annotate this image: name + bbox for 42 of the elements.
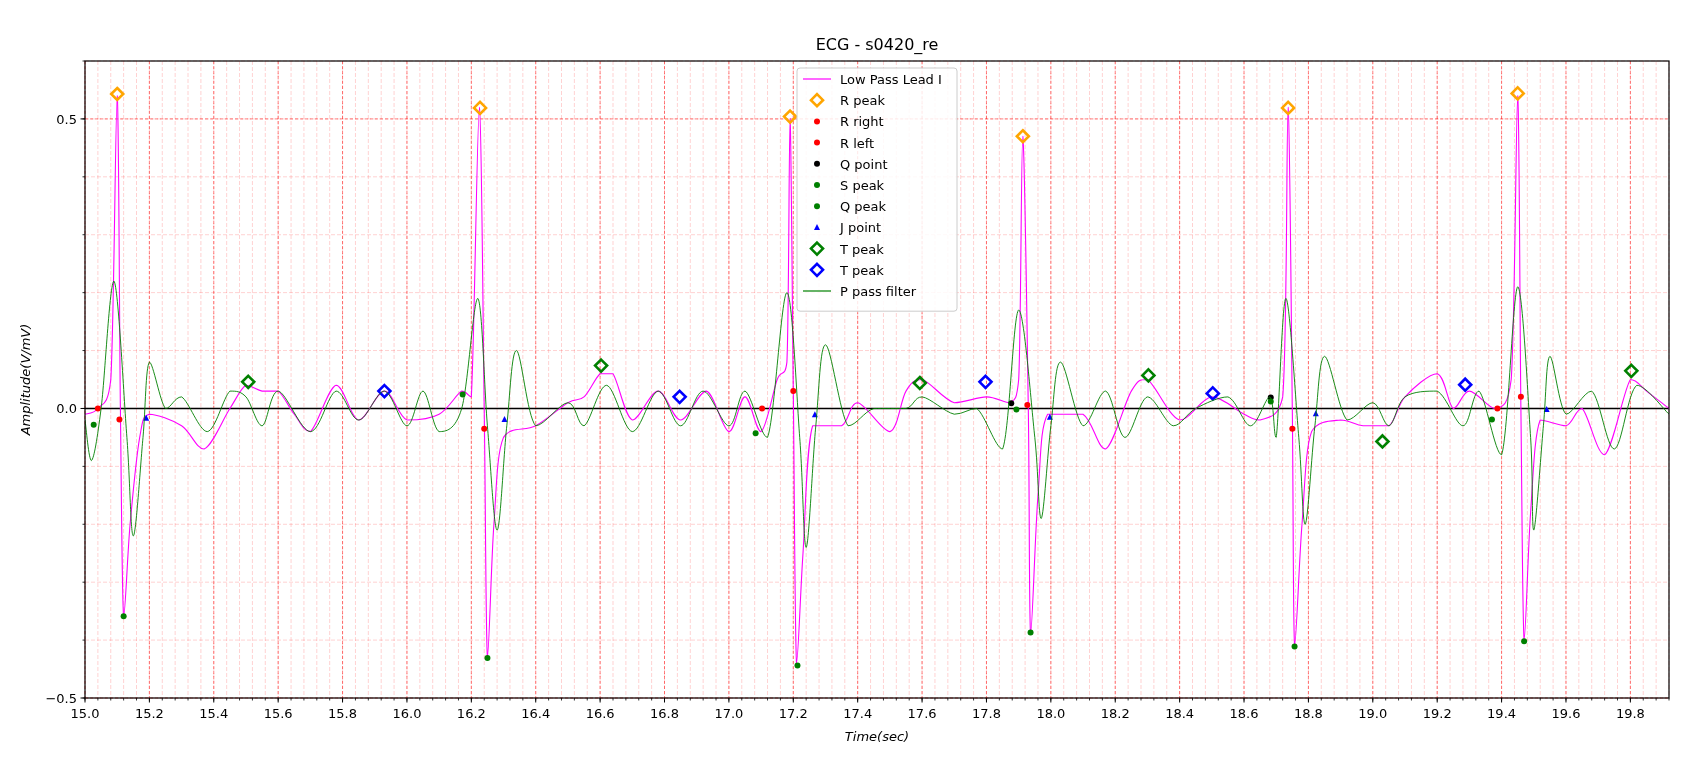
tick-label: 17.2 bbox=[778, 706, 808, 721]
legend-label: P pass filter bbox=[840, 284, 917, 299]
tick-label: 16.6 bbox=[585, 706, 615, 721]
legend-label: R right bbox=[840, 114, 884, 130]
tick-label: 15.2 bbox=[134, 706, 164, 721]
legend-label: Low Pass Lead I bbox=[840, 72, 942, 87]
tick-label: 16.0 bbox=[392, 706, 422, 721]
tick-label: 18.8 bbox=[1293, 706, 1323, 721]
tick-label: 17.6 bbox=[907, 706, 937, 721]
tick-label: 18.4 bbox=[1165, 706, 1195, 721]
tick-label: 19.2 bbox=[1422, 706, 1452, 721]
tick-label: −0.5 bbox=[45, 691, 77, 706]
tick-label: 15.4 bbox=[199, 706, 229, 721]
legend-label: T peak bbox=[840, 262, 884, 278]
legend-label: Q peak bbox=[840, 199, 887, 215]
legend-label: R peak bbox=[840, 93, 885, 109]
axis-title: Time(sec) bbox=[844, 729, 910, 744]
legend-label: S peak bbox=[840, 178, 885, 193]
tick-label: 18.0 bbox=[1036, 706, 1066, 721]
tick-label: 16.8 bbox=[650, 706, 679, 721]
tick-label: 15.6 bbox=[263, 706, 293, 721]
tick-label: 19.4 bbox=[1487, 706, 1517, 721]
legend-label: J point bbox=[840, 220, 882, 236]
legend-label: Q point bbox=[840, 156, 888, 172]
tick-label: 19.6 bbox=[1551, 706, 1581, 721]
tick-label: 0.5 bbox=[56, 111, 77, 127]
tick-label: 17.0 bbox=[714, 706, 744, 721]
tick-label: 16.2 bbox=[456, 706, 486, 721]
tick-label: 17.4 bbox=[843, 706, 873, 721]
tick-label: 16.4 bbox=[521, 706, 551, 721]
tick-label: 19.8 bbox=[1615, 706, 1645, 721]
legend-label: R left bbox=[840, 135, 875, 151]
tick-label: 0.0 bbox=[56, 401, 77, 417]
axis-title: Amplitude(V/mV) bbox=[18, 323, 33, 436]
tick-label: 17.8 bbox=[972, 706, 1001, 721]
chart-title: ECG - s0420_re bbox=[815, 35, 939, 54]
tick-label: 15.8 bbox=[328, 706, 358, 721]
legend-label: T peak bbox=[840, 241, 884, 257]
tick-label: 15.0 bbox=[70, 706, 100, 721]
tick-label: 18.6 bbox=[1229, 706, 1259, 721]
tick-label: 18.2 bbox=[1100, 706, 1130, 721]
tick-label: 19.0 bbox=[1358, 706, 1388, 721]
